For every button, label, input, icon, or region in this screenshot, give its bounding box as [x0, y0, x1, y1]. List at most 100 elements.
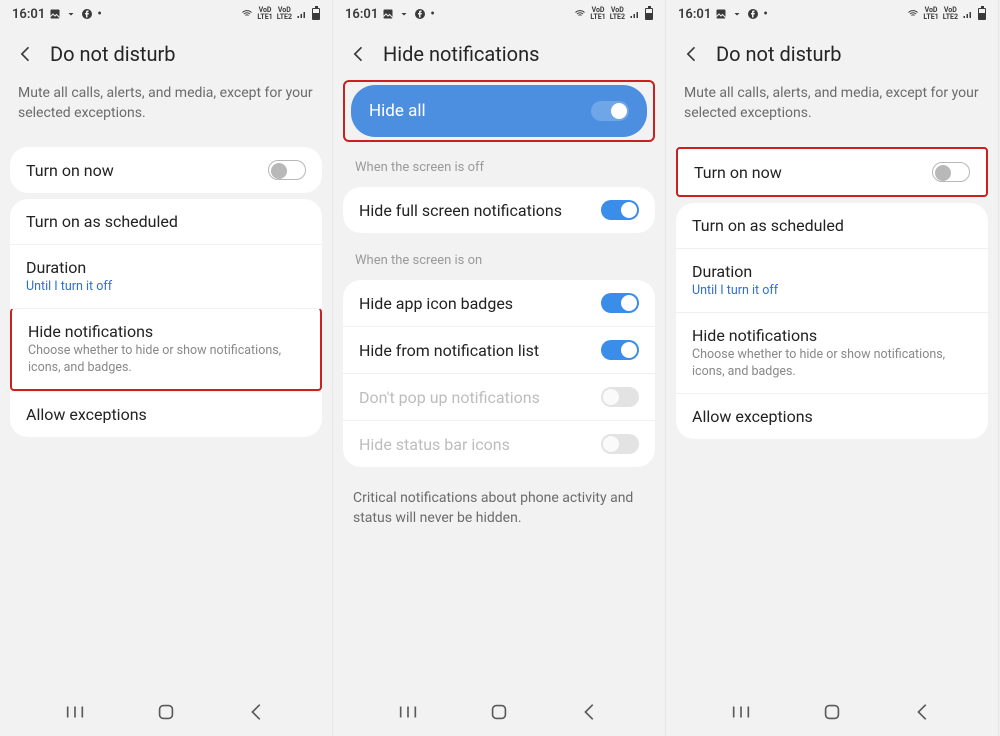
popup-row: Don't pop up notifications [343, 373, 655, 420]
download-icon [731, 8, 743, 20]
footnote: Critical notifications about phone activ… [333, 473, 665, 544]
badges-toggle[interactable] [601, 293, 639, 313]
lte2-indicator: VoDLTE2 [277, 7, 292, 21]
wifi-icon [907, 8, 919, 20]
badges-row[interactable]: Hide app icon badges [343, 280, 655, 326]
scheduled-row[interactable]: Turn on as scheduled [10, 199, 322, 244]
statusbar-icons-row: Hide status bar icons [343, 420, 655, 467]
nav-bar [0, 688, 332, 736]
screen-on-card: Hide app icon badges Hide from notificat… [343, 280, 655, 467]
screen-dnd-2: 16:01 • VoDLTE1 VoDLTE2 Do not disturb M… [666, 0, 999, 736]
back-icon[interactable] [16, 44, 36, 64]
battery-icon [645, 8, 653, 20]
allow-exceptions-row[interactable]: Allow exceptions [10, 391, 322, 437]
popup-label: Don't pop up notifications [359, 388, 540, 407]
recents-icon[interactable] [64, 701, 86, 723]
home-icon[interactable] [488, 701, 510, 723]
nav-bar [666, 688, 998, 736]
turn-on-now-label: Turn on now [694, 163, 782, 182]
hide-all-row[interactable]: Hide all [351, 85, 647, 137]
home-icon[interactable] [821, 701, 843, 723]
lte2-indicator: VoDLTE2 [610, 7, 625, 21]
settings-card: Turn on as scheduled Duration Until I tu… [10, 199, 322, 437]
download-icon [65, 8, 77, 20]
signal-icon [629, 8, 641, 20]
download-icon [398, 8, 410, 20]
back-nav-icon[interactable] [579, 701, 601, 723]
hide-all-label: Hide all [369, 101, 426, 121]
nav-bar [333, 688, 665, 736]
status-dot-icon: • [430, 6, 435, 22]
hide-notifications-row[interactable]: Hide notifications Choose whether to hid… [676, 312, 988, 393]
full-screen-label: Hide full screen notifications [359, 201, 562, 220]
duration-row[interactable]: Duration Until I turn it off [676, 248, 988, 312]
turn-on-card: Turn on now [10, 147, 322, 193]
back-nav-icon[interactable] [912, 701, 934, 723]
popup-toggle [601, 387, 639, 407]
duration-label: Duration [692, 262, 752, 281]
facebook-icon [414, 8, 426, 20]
duration-label: Duration [26, 258, 86, 277]
lte1-indicator: VoDLTE1 [923, 7, 938, 21]
recents-icon[interactable] [730, 701, 752, 723]
hide-all-toggle[interactable] [591, 101, 629, 121]
page-title: Hide notifications [383, 42, 539, 66]
picture-icon [49, 8, 61, 20]
duration-row[interactable]: Duration Until I turn it off [10, 244, 322, 308]
back-nav-icon[interactable] [246, 701, 268, 723]
settings-card: Turn on as scheduled Duration Until I tu… [676, 203, 988, 439]
status-dot-icon: • [97, 6, 102, 22]
page-title: Do not disturb [716, 42, 842, 66]
duration-sub: Until I turn it off [26, 279, 112, 295]
wifi-icon [241, 8, 253, 20]
recents-icon[interactable] [397, 701, 419, 723]
section-screen-on: When the screen is on [333, 239, 665, 274]
allow-exceptions-label: Allow exceptions [26, 405, 147, 424]
facebook-icon [747, 8, 759, 20]
screen-off-card: Hide full screen notifications [343, 187, 655, 233]
badges-label: Hide app icon badges [359, 294, 513, 313]
hide-all-highlight: Hide all [343, 80, 655, 142]
screen-hide-notifications: 16:01 • VoDLTE1 VoDLTE2 Hide notificatio… [333, 0, 666, 736]
intro-text: Mute all calls, alerts, and media, excep… [0, 76, 332, 141]
home-icon[interactable] [155, 701, 177, 723]
turn-on-now-row[interactable]: Turn on now [678, 149, 986, 195]
lte2-indicator: VoDLTE2 [943, 7, 958, 21]
allow-exceptions-row[interactable]: Allow exceptions [676, 393, 988, 439]
hide-notifications-sub: Choose whether to hide or show notificat… [692, 347, 972, 380]
full-screen-row[interactable]: Hide full screen notifications [343, 187, 655, 233]
turn-on-now-toggle[interactable] [932, 162, 970, 182]
allow-exceptions-label: Allow exceptions [692, 407, 813, 426]
duration-sub: Until I turn it off [692, 283, 778, 299]
page-title: Do not disturb [50, 42, 176, 66]
lte1-indicator: VoDLTE1 [590, 7, 605, 21]
intro-text: Mute all calls, alerts, and media, excep… [666, 76, 998, 141]
screen-dnd-1: 16:01 • VoDLTE1 VoDLTE2 Do not disturb M… [0, 0, 333, 736]
hide-notifications-row[interactable]: Hide notifications Choose whether to hid… [10, 308, 322, 391]
hide-notifications-label: Hide notifications [692, 326, 817, 345]
battery-icon [312, 8, 320, 20]
section-screen-off: When the screen is off [333, 146, 665, 181]
back-icon[interactable] [682, 44, 702, 64]
turn-on-now-label: Turn on now [26, 161, 114, 180]
scheduled-row[interactable]: Turn on as scheduled [676, 203, 988, 248]
list-row[interactable]: Hide from notification list [343, 326, 655, 373]
picture-icon [382, 8, 394, 20]
scheduled-label: Turn on as scheduled [26, 212, 178, 231]
back-icon[interactable] [349, 44, 369, 64]
picture-icon [715, 8, 727, 20]
header: Hide notifications [333, 28, 665, 76]
turn-on-now-row[interactable]: Turn on now [10, 147, 322, 193]
turn-on-now-toggle[interactable] [268, 160, 306, 180]
status-time: 16:01 [345, 7, 378, 22]
status-bar: 16:01 • VoDLTE1 VoDLTE2 [0, 0, 332, 28]
status-time: 16:01 [678, 7, 711, 22]
statusbar-icons-label: Hide status bar icons [359, 435, 510, 454]
signal-icon [962, 8, 974, 20]
header: Do not disturb [666, 28, 998, 76]
hide-notifications-label: Hide notifications [28, 322, 153, 341]
status-time: 16:01 [12, 7, 45, 22]
list-toggle[interactable] [601, 340, 639, 360]
full-screen-toggle[interactable] [601, 200, 639, 220]
facebook-icon [81, 8, 93, 20]
